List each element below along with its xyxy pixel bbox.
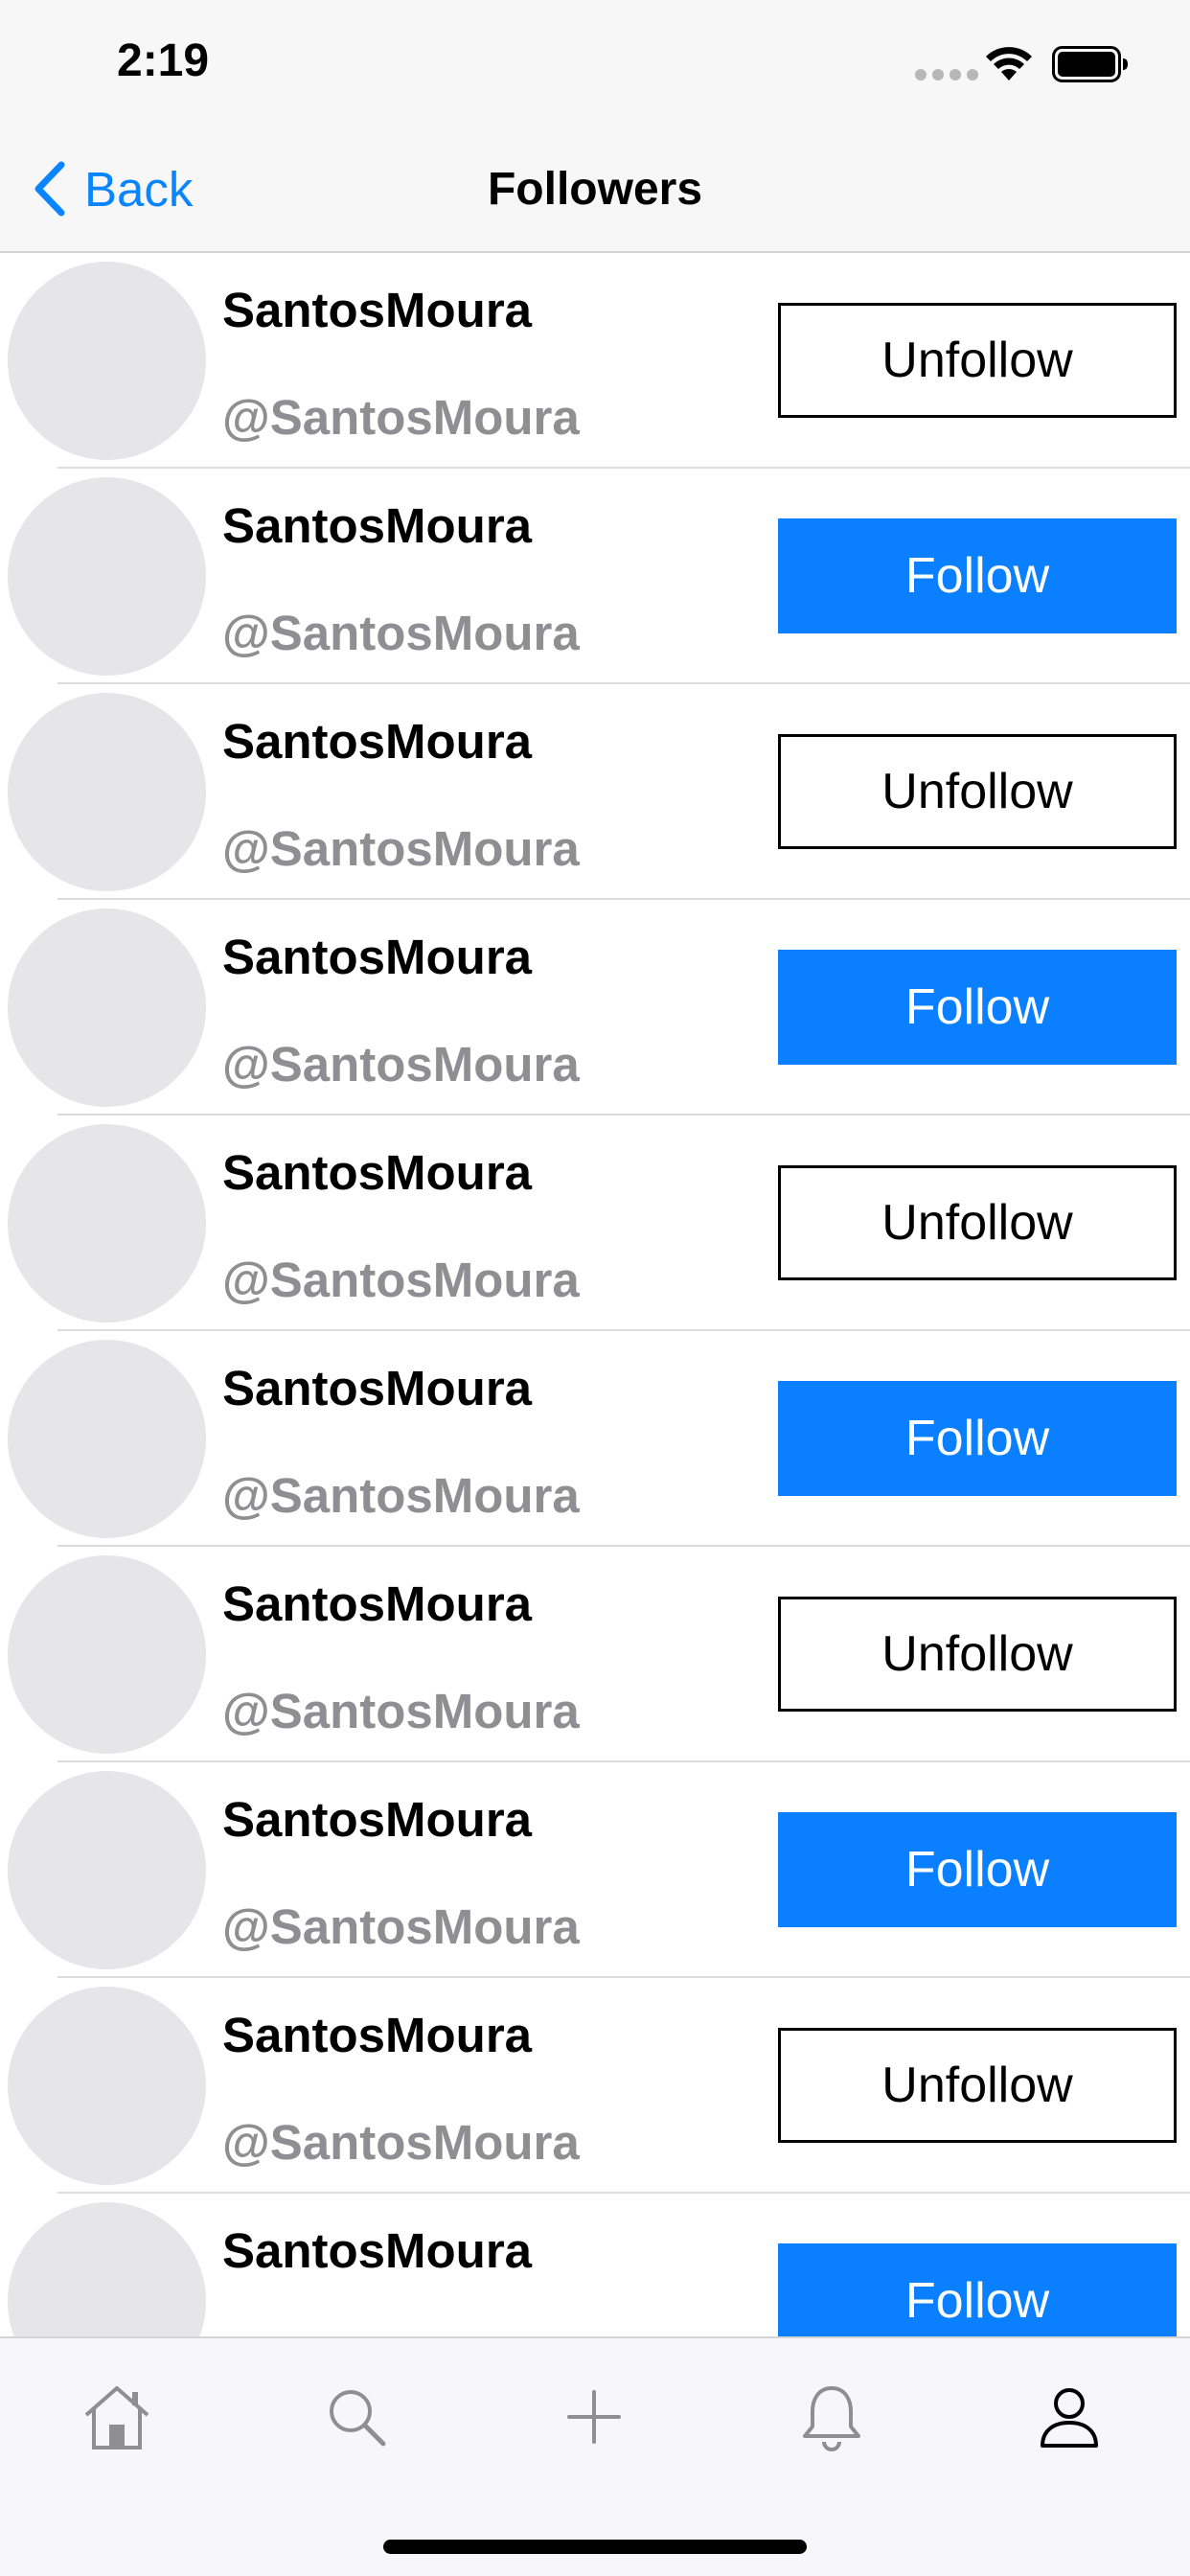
follower-row[interactable]: SantosMoura @SantosMoura Unfollow bbox=[0, 253, 1190, 469]
avatar bbox=[8, 477, 206, 676]
avatar bbox=[8, 1771, 206, 1969]
follower-row[interactable]: SantosMoura @SantosMoura Unfollow bbox=[0, 1978, 1190, 2194]
follower-handle: @SantosMoura bbox=[222, 390, 580, 445]
followers-screen: 2:19 Back Followers SantosMoura @SantosMo… bbox=[0, 0, 1190, 2576]
tab-home[interactable] bbox=[59, 2359, 174, 2474]
tab-search[interactable] bbox=[299, 2359, 414, 2474]
unfollow-button[interactable]: Unfollow bbox=[778, 734, 1177, 849]
follower-handle: @SantosMoura bbox=[222, 821, 580, 876]
profile-icon bbox=[1041, 2388, 1098, 2448]
battery-icon bbox=[1052, 46, 1128, 82]
avatar bbox=[8, 908, 206, 1107]
avatar bbox=[8, 1987, 206, 2185]
follower-name: SantosMoura bbox=[222, 1576, 533, 1631]
tab-profile[interactable] bbox=[1012, 2359, 1127, 2474]
follow-button[interactable]: Follow bbox=[778, 950, 1177, 1065]
follower-handle: @SantosMoura bbox=[222, 1899, 580, 1954]
follower-row[interactable]: SantosMoura @SantosMoura Unfollow bbox=[0, 1547, 1190, 1762]
wifi-icon bbox=[986, 47, 1032, 80]
follower-handle: @SantosMoura bbox=[222, 1684, 580, 1738]
follower-handle: @SantosMoura bbox=[222, 1037, 580, 1092]
cellular-signal-icon bbox=[915, 69, 978, 80]
status-time: 2:19 bbox=[117, 35, 210, 86]
follower-name: SantosMoura bbox=[222, 2223, 533, 2278]
follower-row[interactable]: SantosMoura @SantosMoura Follow bbox=[0, 900, 1190, 1116]
unfollow-button[interactable]: Unfollow bbox=[778, 1597, 1177, 1712]
avatar bbox=[8, 693, 206, 891]
follower-name: SantosMoura bbox=[222, 1361, 533, 1415]
follower-name: SantosMoura bbox=[222, 2008, 533, 2062]
plus-icon bbox=[567, 2390, 621, 2444]
unfollow-button[interactable]: Unfollow bbox=[778, 303, 1177, 418]
follower-handle: @SantosMoura bbox=[222, 2115, 580, 2170]
avatar bbox=[8, 1124, 206, 1322]
follower-name: SantosMoura bbox=[222, 498, 533, 553]
navigation-bar: Back Followers bbox=[0, 126, 1190, 253]
status-bar: 2:19 bbox=[0, 0, 1190, 126]
follower-name: SantosMoura bbox=[222, 930, 533, 984]
follow-button[interactable]: Follow bbox=[778, 1812, 1177, 1927]
followers-list: SantosMoura @SantosMoura Unfollow SantosMou… bbox=[0, 253, 1190, 2409]
follower-name: SantosMoura bbox=[222, 1145, 533, 1200]
follow-button[interactable]: Follow bbox=[778, 518, 1177, 633]
home-indicator bbox=[383, 2540, 807, 2554]
follower-name: SantosMoura bbox=[222, 283, 533, 337]
search-icon bbox=[330, 2390, 386, 2447]
tab-notifications[interactable] bbox=[774, 2359, 889, 2474]
follower-name: SantosMoura bbox=[222, 1792, 533, 1847]
bell-icon bbox=[803, 2386, 860, 2451]
home-icon bbox=[84, 2386, 149, 2450]
follower-handle: @SantosMoura bbox=[222, 1253, 580, 1307]
follower-row[interactable]: SantosMoura @SantosMoura Unfollow bbox=[0, 684, 1190, 900]
follower-row[interactable]: SantosMoura @SantosMoura Follow bbox=[0, 1331, 1190, 1547]
avatar bbox=[8, 1555, 206, 1754]
follower-handle: @SantosMoura bbox=[222, 606, 580, 660]
avatar bbox=[8, 1340, 206, 1538]
page-title: Followers bbox=[487, 164, 703, 215]
follower-row[interactable]: SantosMoura @SantosMoura Unfollow bbox=[0, 1116, 1190, 1331]
follower-row[interactable]: SantosMoura @SantosMoura Follow bbox=[0, 469, 1190, 684]
follow-button[interactable]: Follow bbox=[778, 1381, 1177, 1496]
unfollow-button[interactable]: Unfollow bbox=[778, 2028, 1177, 2143]
follower-handle: @SantosMoura bbox=[222, 1468, 580, 1523]
follower-row[interactable]: SantosMoura @SantosMoura Follow bbox=[0, 1762, 1190, 1978]
tab-create[interactable] bbox=[537, 2359, 652, 2474]
unfollow-button[interactable]: Unfollow bbox=[778, 1165, 1177, 1280]
follower-name: SantosMoura bbox=[222, 714, 533, 769]
avatar bbox=[8, 262, 206, 460]
